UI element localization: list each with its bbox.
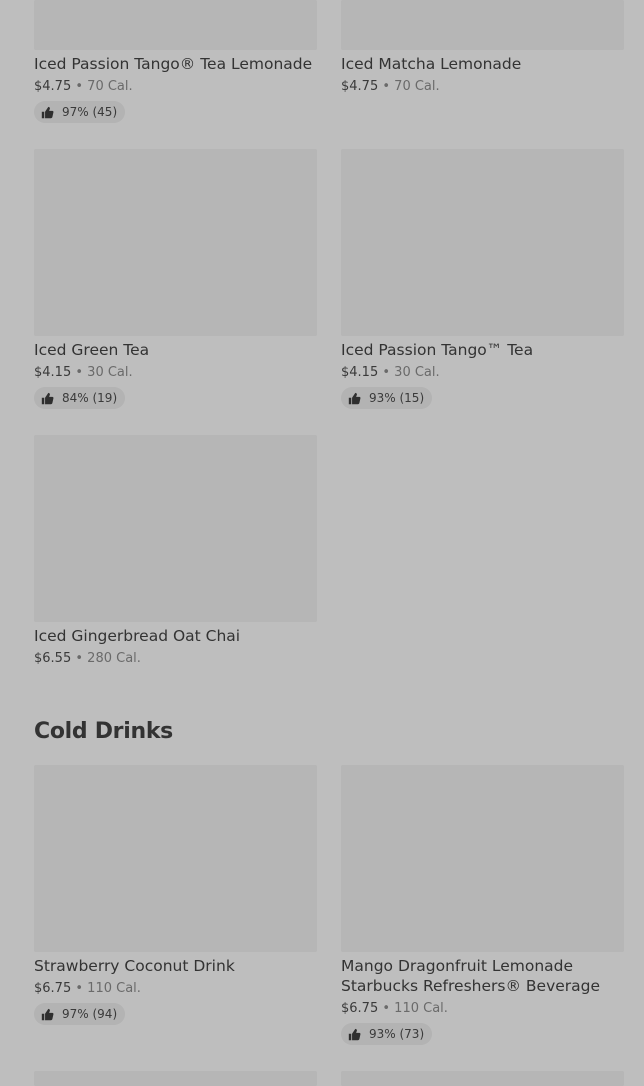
product-image [341,149,624,336]
product-calories: 110 Cal. [87,981,141,996]
product-image[interactable] [34,0,317,50]
product-meta: $4.15 • 30 Cal. [34,364,133,381]
product-name: Iced Gingerbread Oat Chai [34,627,241,645]
rating-badge: 93% (15) [341,387,433,409]
product-name: Iced Passion Tango® Tea Lemonade [34,55,313,73]
product-image [34,149,317,336]
product-image[interactable] [341,0,624,50]
product-price: $4.75 [341,79,379,94]
product-calories: 70 Cal. [394,79,440,94]
product-meta: $6.55 • 280 Cal. [34,650,141,667]
product-price: $4.15 [34,365,72,380]
separator-dot: • [75,79,84,94]
thumbs-up-icon [41,1008,54,1020]
rating-text: 93% (15) [369,391,425,405]
separator-dot: • [75,981,84,996]
product-meta: $6.75 • 110 Cal. [34,980,141,997]
rating-text: 84% (19) [62,391,118,405]
rating-badge: 84% (19) [34,387,126,409]
rating-badge: 97% (94) [34,1003,126,1025]
product-image[interactable] [341,1071,624,1086]
thumbs-up-icon [348,1028,361,1040]
product-price: $4.75 [34,79,72,94]
product-name: Iced Passion Tango™ Tea [341,341,534,359]
product-name: Strawberry Coconut Drink [34,957,235,975]
product-meta: $6.75 • 110 Cal. [341,1000,448,1017]
product-image [341,765,624,952]
separator-dot: • [382,1001,391,1016]
product-name: Mango Dragonfruit Lemonade Starbucks Ref… [341,957,601,995]
separator-dot: • [382,365,391,380]
product-calories: 110 Cal. [394,1001,448,1016]
product-calories: 70 Cal. [87,79,133,94]
product-name: Iced Green Tea [34,341,150,359]
separator-dot: • [75,365,84,380]
product-name: Iced Matcha Lemonade [341,55,522,73]
thumbs-up-icon [41,392,54,404]
product-meta: $4.15 • 30 Cal. [341,364,440,381]
separator-dot: • [75,651,84,666]
product-price: $6.75 [341,1001,379,1016]
rating-text: 97% (94) [62,1007,118,1021]
thumbs-up-icon [41,106,54,118]
rating-badge: 93% (73) [341,1023,433,1045]
product-meta: $4.75 • 70 Cal. [34,78,133,95]
product-price: $4.15 [341,365,379,380]
rating-text: 97% (45) [62,105,118,119]
product-calories: 280 Cal. [87,651,141,666]
section-title: Cold Drinks [34,719,173,744]
product-calories: 30 Cal. [87,365,133,380]
rating-text: 93% (73) [369,1027,425,1041]
separator-dot: • [382,79,391,94]
product-calories: 30 Cal. [394,365,440,380]
product-price: $6.75 [34,981,72,996]
thumbs-up-icon [348,392,361,404]
product-image [34,435,317,622]
product-meta: $4.75 • 70 Cal. [341,78,440,95]
rating-badge: 97% (45) [34,101,126,123]
product-price: $6.55 [34,651,72,666]
product-image [34,765,317,952]
product-image[interactable] [34,1071,317,1086]
